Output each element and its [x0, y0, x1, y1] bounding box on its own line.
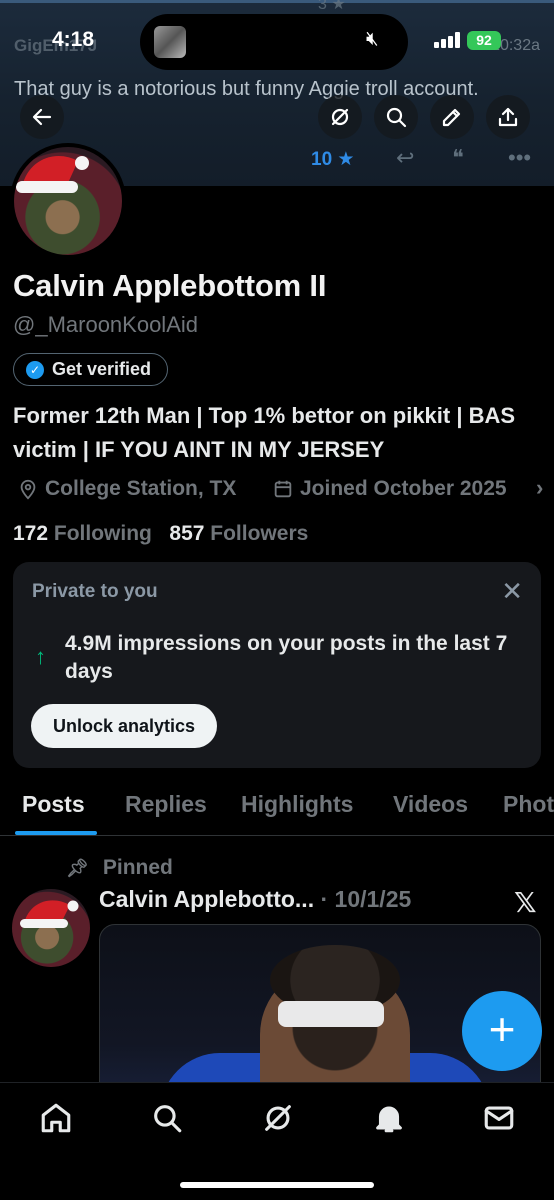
get-verified-label: Get verified [52, 359, 152, 379]
get-verified-button[interactable]: ✓ Get verified [13, 353, 169, 386]
banner-star-count: 10 ★ [311, 149, 355, 170]
calendar-icon [274, 480, 292, 498]
post-avatar[interactable] [12, 889, 90, 967]
close-icon[interactable]: ✕ [501, 576, 523, 607]
banner-tweet-text: That guy is a notorious but funny Aggie … [14, 78, 479, 100]
tab-posts[interactable]: Posts [22, 791, 85, 818]
post-date: · 10/1/25 [320, 886, 412, 912]
nav-grok[interactable] [261, 1101, 295, 1135]
joined-text: Joined October 2025 [300, 477, 507, 500]
banner-quote-icon: ❝ [452, 145, 464, 170]
back-button[interactable] [20, 95, 64, 139]
edit-icon [442, 108, 461, 127]
pinned-label: Pinned [102, 856, 173, 879]
tab-videos[interactable]: Videos [393, 791, 468, 818]
location-text: College Station, TX [45, 477, 237, 500]
followers-link[interactable]: 857 Followers [169, 522, 308, 545]
search-icon [386, 107, 407, 128]
post-header: Calvin Applebotto... · 10/1/25 [99, 886, 411, 913]
home-indicator [180, 1182, 374, 1188]
banner-ghost-stars: 3 ★ [318, 0, 346, 13]
tab-photos[interactable]: Photos [503, 791, 554, 818]
search-button[interactable] [374, 95, 418, 139]
island-thumbnail [154, 26, 186, 58]
search-icon [154, 1105, 182, 1133]
media-headband [278, 1001, 384, 1027]
nav-home[interactable] [39, 1101, 73, 1135]
nav-search[interactable] [150, 1101, 184, 1135]
followers-count: 857 [169, 522, 205, 545]
banner-more-icon: ••• [508, 145, 532, 170]
profile-joined: Joined October 2025 [272, 477, 507, 501]
tab-replies[interactable]: Replies [125, 791, 207, 818]
status-time: 4:18 [52, 28, 95, 51]
notifications-bell-icon [376, 1106, 402, 1133]
banner-reply-icon: ↩ [396, 145, 415, 170]
edit-profile-button[interactable] [430, 95, 474, 139]
pin-icon: 📌︎ [66, 857, 89, 878]
grok-button[interactable] [318, 95, 362, 139]
pinned-indicator: 📌︎ Pinned [66, 856, 173, 880]
back-arrow-icon [32, 108, 52, 126]
impressions-text: 4.9M impressions on your posts in the la… [65, 632, 508, 683]
avatar-photo [14, 147, 122, 255]
signal-icon [434, 32, 462, 48]
profile-bio: Former 12th Man | Top 1% bettor on pikki… [13, 403, 516, 462]
private-card-title: Private to you [32, 581, 158, 602]
unlock-analytics-button[interactable]: Unlock analytics [31, 704, 218, 748]
profile-location: College Station, TX [17, 477, 236, 501]
dynamic-island: 🔇︎ [140, 14, 408, 70]
mail-icon [484, 1106, 514, 1130]
private-analytics-card: Private to you ✕ ↑ 4.9M impressions on y… [13, 562, 541, 768]
banner-topline [0, 0, 554, 3]
profile-tabs: Posts Replies Highlights Videos Photos [0, 776, 554, 836]
compose-post-button[interactable]: + [462, 991, 542, 1071]
grok-icon [265, 1105, 291, 1131]
santa-hat-icon [20, 900, 79, 928]
tab-highlights[interactable]: Highlights [241, 791, 353, 818]
plus-icon: + [488, 1003, 516, 1055]
grok-icon [331, 108, 349, 126]
follow-stats: 172 Following 857 Followers [13, 522, 308, 546]
profile-name: Calvin Applebottom II [13, 268, 327, 303]
nav-notifications[interactable] [372, 1101, 406, 1135]
profile-meta: College Station, TX Joined October 2025 … [13, 475, 554, 505]
followers-label: Followers [210, 522, 309, 545]
battery-indicator: 92 [467, 31, 501, 50]
following-label: Following [53, 522, 152, 545]
x-logo-icon: 𝕏 [514, 887, 537, 918]
location-pin-icon [20, 479, 36, 500]
post-author[interactable]: Calvin Applebotto... [99, 886, 314, 912]
sound-bluetooth-icon: 🔇︎ [366, 28, 379, 50]
chevron-right-icon[interactable]: › [536, 475, 543, 501]
following-link[interactable]: 172 Following [13, 522, 158, 545]
santa-hat-icon [16, 156, 89, 193]
active-tab-indicator [15, 831, 97, 835]
share-button[interactable] [486, 95, 530, 139]
nav-messages[interactable] [482, 1101, 516, 1135]
arrow-up-icon: ↑ [35, 644, 46, 669]
following-count: 172 [13, 522, 49, 545]
verified-badge-icon: ✓ [26, 360, 44, 379]
share-icon [498, 107, 518, 127]
profile-handle: @_MaroonKoolAid [13, 312, 198, 337]
home-icon [41, 1103, 71, 1133]
profile-avatar[interactable] [10, 143, 126, 259]
